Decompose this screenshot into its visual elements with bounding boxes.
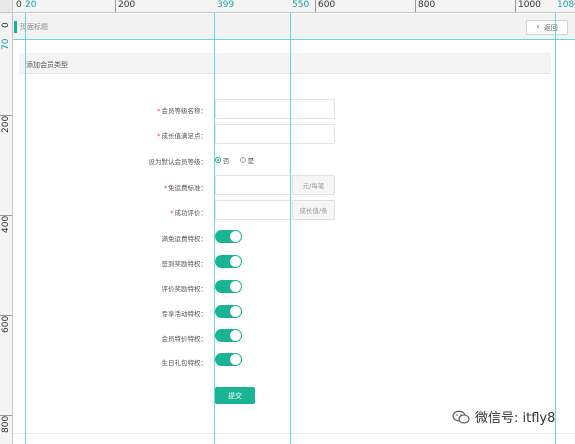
free-shipping-input[interactable] (215, 175, 291, 195)
left-ruler: 0 70 200 400 600 800 (0, 0, 13, 444)
wechat-icon (452, 410, 470, 424)
radio-yes[interactable]: 是 (239, 155, 254, 165)
growth-points-label: *成长值满足点： (157, 132, 207, 140)
ruler-label-399: 399 (217, 0, 235, 10)
member-price-toggle[interactable] (215, 329, 242, 342)
radio-unchecked-icon (239, 157, 246, 163)
free-shipping-privilege-toggle[interactable] (215, 230, 242, 243)
ruler-label-v0: 0 (1, 22, 11, 28)
default-level-radio-group: 否 是 (215, 155, 260, 165)
ruler-corner (0, 0, 13, 13)
radio-checked-icon (215, 157, 221, 163)
required-mark: * (157, 107, 161, 115)
level-name-label: *会员等级名称： (157, 107, 207, 115)
free-shipping-label: *免运费标准： (163, 184, 207, 192)
back-button[interactable]: ‹ 返回 (526, 20, 568, 35)
review-reward-label: *成功评价： (170, 209, 207, 217)
ruler-label-v70: 70 (1, 38, 11, 50)
submit-button[interactable]: 提交 (215, 387, 255, 404)
wechat-watermark: 微信号: itfly8 (452, 407, 555, 426)
header-accent-bar (14, 21, 17, 33)
ruler-label-1080: 1080 (557, 0, 575, 10)
ruler-label-v400: 400 (1, 215, 11, 233)
guide-line (214, 13, 215, 444)
guide-line (13, 39, 575, 40)
toggle-label-member-price: 会员特价特权： (161, 335, 208, 343)
panel-title: 添加会员类型 (26, 61, 68, 69)
exclusive-activity-toggle[interactable] (215, 305, 242, 318)
ruler-label-1000: 1000 (518, 0, 541, 10)
ruler-label-600: 600 (318, 0, 336, 10)
review-reward-unit: 成长值/条 (292, 200, 335, 220)
top-ruler: 0 20 200 399 550 600 800 1000 1080 (0, 0, 575, 13)
review-reward-input[interactable] (215, 200, 291, 220)
guide-line (555, 13, 556, 444)
checkin-reward-toggle[interactable] (215, 255, 242, 268)
default-level-label: 设为默认会员等级： (148, 158, 208, 166)
ruler-label-0: 0 (16, 0, 22, 10)
growth-points-input[interactable] (215, 124, 335, 144)
required-mark: * (170, 209, 174, 217)
required-mark: * (163, 184, 167, 192)
ruler-label-v800: 800 (1, 415, 11, 433)
page-header: 页面标题 ‹ 返回 (13, 14, 575, 40)
toggle-label-review: 评价奖励特权： (161, 285, 208, 293)
level-name-input[interactable] (215, 99, 335, 119)
divider (13, 433, 575, 434)
toggle-label-exclusive: 专享活动特权： (161, 310, 208, 318)
ruler-label-800: 800 (418, 0, 436, 10)
ruler-label-550: 550 (292, 0, 310, 10)
chevron-left-icon: ‹ (536, 22, 540, 32)
guide-line (290, 13, 291, 444)
ruler-label-20: 20 (25, 0, 37, 10)
watermark-text: 微信号: itfly8 (475, 411, 556, 426)
ruler-label-v600: 600 (1, 315, 11, 333)
ruler-label-200: 200 (118, 0, 136, 10)
toggle-label-checkin: 签到奖励特权： (161, 260, 208, 268)
toggle-label-birthday: 生日礼包特权： (161, 359, 208, 367)
free-shipping-unit: 元/每笔 (292, 175, 335, 195)
toggle-label-free-shipping: 满免运费特权： (161, 235, 208, 243)
review-reward-toggle[interactable] (215, 280, 242, 293)
radio-no[interactable]: 否 (215, 155, 230, 165)
panel-header: 添加会员类型 (19, 53, 551, 74)
guide-line (25, 13, 26, 444)
required-mark: * (157, 132, 161, 140)
birthday-gift-toggle[interactable] (215, 353, 242, 366)
ruler-label-v200: 200 (1, 115, 11, 133)
